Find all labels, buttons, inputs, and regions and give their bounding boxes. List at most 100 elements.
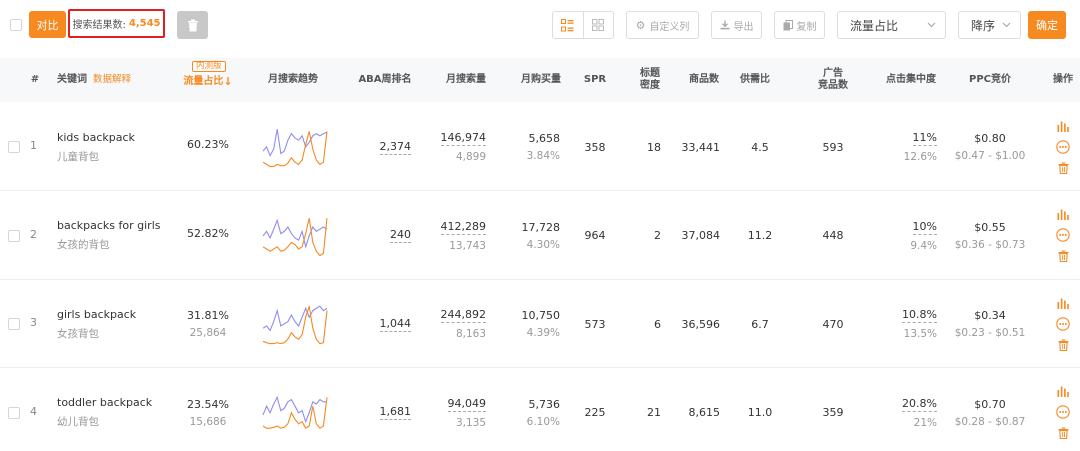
purchase-rate-value: 3.84% bbox=[526, 150, 560, 162]
toolbar: 对比 搜索结果数: 4,545 ⚙ 自定义列 导出 复制 流量占比 降序 确定 bbox=[0, 0, 1080, 52]
aba-rank-value[interactable]: 240 bbox=[390, 228, 411, 243]
traffic-share-cell: 23.54% 15,686 bbox=[178, 369, 238, 451]
more-icon[interactable] bbox=[1056, 316, 1070, 331]
keyword-en[interactable]: kids backpack bbox=[57, 131, 135, 144]
click-concentration-value[interactable]: 20.8% bbox=[902, 397, 937, 412]
search-trend-line bbox=[262, 218, 328, 249]
row-checkbox[interactable] bbox=[8, 141, 20, 153]
col-monthly-purchase[interactable]: 月购买量 bbox=[515, 58, 567, 102]
monthly-trend-sparkline[interactable] bbox=[262, 302, 328, 350]
click-concentration-value[interactable]: 10% bbox=[912, 220, 937, 235]
sort-order-value: 降序 bbox=[971, 18, 996, 33]
trash-icon bbox=[187, 19, 198, 31]
result-count-box: 搜索结果数: 4,545 bbox=[68, 9, 165, 38]
view-toggle bbox=[552, 11, 614, 39]
col-ppc-bid[interactable]: PPC竞价 bbox=[965, 58, 1015, 102]
row-actions bbox=[1052, 280, 1074, 368]
ad-products-cell: 593 bbox=[818, 103, 848, 191]
copy-button[interactable]: 复制 bbox=[774, 11, 825, 39]
delete-button[interactable] bbox=[177, 11, 208, 39]
supply-demand-cell: 11.0 bbox=[745, 369, 775, 451]
purchase-trend-line bbox=[262, 131, 328, 168]
export-button[interactable]: 导出 bbox=[711, 11, 762, 39]
col-traffic-share-label: 流量占比 bbox=[183, 76, 224, 87]
bar-chart-icon[interactable] bbox=[1057, 209, 1069, 220]
keyword-en[interactable]: toddler backpack bbox=[57, 396, 152, 409]
title-density-value: 21 bbox=[647, 406, 661, 419]
keyword-en[interactable]: girls backpack bbox=[57, 308, 136, 321]
copy-icon bbox=[783, 19, 793, 30]
keyword-en[interactable]: backpacks for girls bbox=[57, 219, 160, 232]
trash-icon[interactable] bbox=[1058, 427, 1069, 439]
more-icon[interactable] bbox=[1056, 228, 1070, 242]
confirm-button[interactable]: 确定 bbox=[1028, 11, 1066, 39]
row-actions bbox=[1052, 369, 1074, 451]
data-explain-link[interactable]: 数据解释 bbox=[93, 74, 131, 86]
col-title-density[interactable]: 标题 密度 bbox=[636, 58, 664, 102]
ppc-cell: $0.34 $0.23 - $0.51 bbox=[950, 280, 1030, 368]
ppc-range: $0.36 - $0.73 bbox=[954, 238, 1026, 251]
more-icon[interactable] bbox=[1056, 139, 1070, 154]
trash-icon[interactable] bbox=[1058, 162, 1069, 174]
keyword-cn: 幼儿背包 bbox=[57, 416, 99, 428]
bar-chart-icon[interactable] bbox=[1057, 386, 1069, 397]
monthly-search-value[interactable]: 244,892 bbox=[440, 308, 486, 323]
monthly-search-value[interactable]: 412,289 bbox=[440, 220, 486, 235]
supply-demand-value: 11.0 bbox=[747, 406, 773, 419]
supply-demand-cell: 4.5 bbox=[745, 103, 775, 191]
supply-demand-value: 4.5 bbox=[751, 140, 769, 154]
col-monthly-search[interactable]: 月搜索量 bbox=[440, 58, 492, 102]
sort-field-select[interactable]: 流量占比 bbox=[837, 11, 946, 39]
row-checkbox[interactable] bbox=[8, 406, 20, 419]
monthly-purchase-value: 5,658 bbox=[528, 132, 561, 145]
ad-products-value: 593 bbox=[822, 140, 844, 154]
col-aba-rank[interactable]: ABA周排名 bbox=[355, 58, 415, 102]
supply-demand-value: 6.7 bbox=[751, 317, 769, 331]
more-icon[interactable] bbox=[1056, 405, 1070, 419]
ppc-value: $0.55 bbox=[974, 220, 1006, 234]
ppc-cell: $0.55 $0.36 - $0.73 bbox=[950, 192, 1030, 280]
col-spr[interactable]: SPR bbox=[580, 58, 610, 102]
chevron-down-icon bbox=[927, 22, 936, 28]
title-density-cell: 21 bbox=[636, 369, 661, 451]
trash-icon[interactable] bbox=[1058, 339, 1069, 351]
monthly-trend-sparkline[interactable] bbox=[262, 125, 328, 173]
ad-products-cell: 448 bbox=[818, 192, 848, 280]
col-trend: 月搜索趋势 bbox=[268, 74, 318, 85]
col-click-concentration[interactable]: 点击集中度 bbox=[880, 58, 942, 102]
aba-rank-value[interactable]: 1,044 bbox=[379, 317, 411, 332]
custom-columns-button[interactable]: ⚙ 自定义列 bbox=[626, 11, 699, 39]
monthly-purchase-cell: 5,658 3.84% bbox=[512, 103, 560, 191]
click-concentration-value[interactable]: 11% bbox=[912, 131, 937, 146]
trash-icon[interactable] bbox=[1058, 250, 1069, 262]
row-actions bbox=[1052, 103, 1074, 191]
aba-rank-cell: 1,044 bbox=[355, 280, 411, 368]
aba-rank-value[interactable]: 2,374 bbox=[379, 140, 411, 155]
grid-view-button[interactable] bbox=[582, 12, 614, 38]
monthly-trend-sparkline[interactable] bbox=[262, 214, 328, 262]
monthly-purchase-value: 5,736 bbox=[528, 397, 561, 411]
monthly-trend-sparkline[interactable] bbox=[262, 391, 328, 439]
monthly-search-value[interactable]: 94,049 bbox=[447, 397, 486, 412]
col-ad-products[interactable]: 广告 竞品数 bbox=[808, 58, 858, 102]
traffic-share-value: 23.54% bbox=[187, 397, 229, 411]
select-all-checkbox[interactable] bbox=[10, 19, 22, 31]
list-view-button[interactable] bbox=[553, 12, 583, 38]
sort-order-select[interactable]: 降序 bbox=[958, 11, 1021, 39]
row-checkbox[interactable] bbox=[8, 229, 20, 242]
compare-button[interactable]: 对比 bbox=[29, 11, 66, 38]
bar-chart-icon[interactable] bbox=[1057, 121, 1069, 132]
click-concentration-value[interactable]: 10.8% bbox=[902, 308, 937, 323]
aba-rank-value[interactable]: 1,681 bbox=[379, 405, 411, 420]
bar-chart-icon[interactable] bbox=[1057, 298, 1069, 309]
click-concentration-cell: 10% 9.4% bbox=[890, 192, 937, 280]
traffic-share-cell: 52.82% bbox=[178, 192, 238, 280]
row-checkbox[interactable] bbox=[8, 318, 20, 330]
product-count-value: 37,084 bbox=[681, 229, 721, 242]
monthly-search-value[interactable]: 146,974 bbox=[440, 131, 486, 146]
ppc-value: $0.34 bbox=[974, 309, 1006, 322]
col-supply-demand[interactable]: 供需比 bbox=[735, 58, 775, 102]
monthly-purchase-value: 17,728 bbox=[521, 220, 561, 234]
col-product-count[interactable]: 商品数 bbox=[684, 58, 724, 102]
supply-demand-cell: 6.7 bbox=[745, 280, 775, 368]
